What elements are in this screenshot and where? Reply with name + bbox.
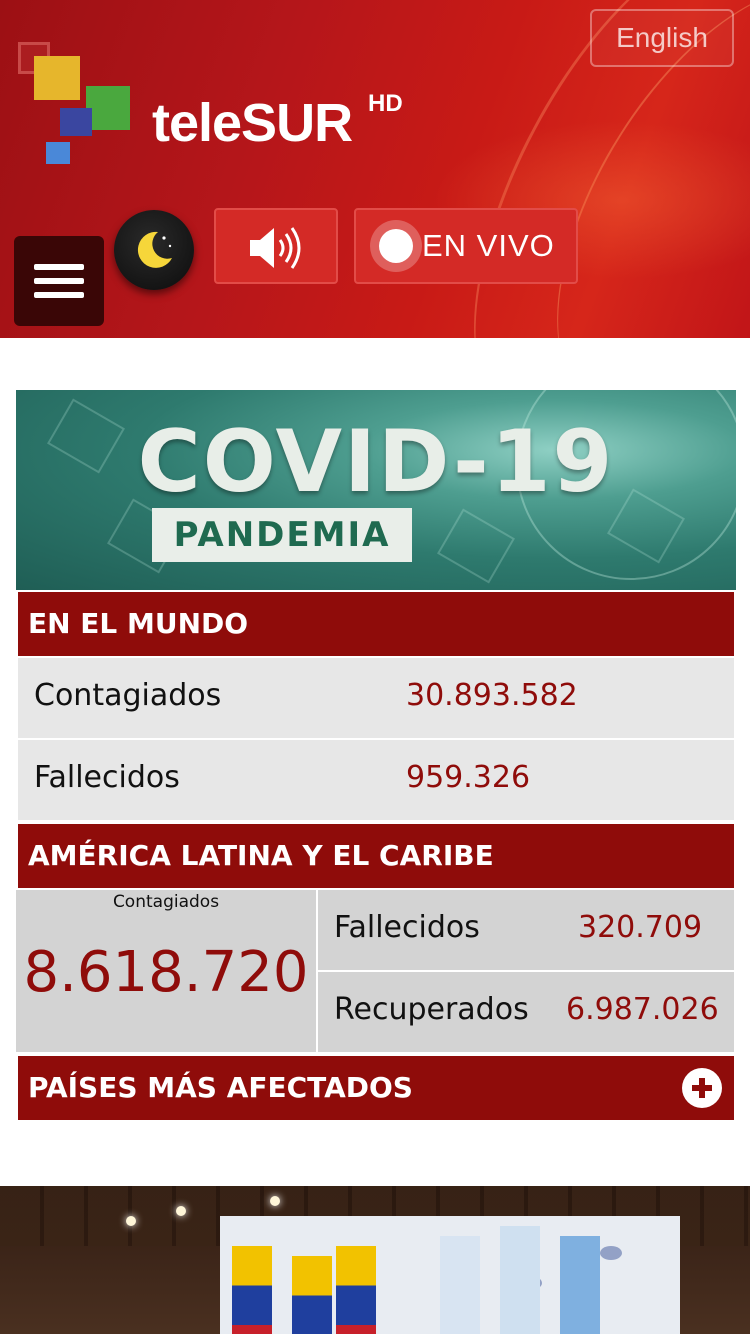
photo-flag — [336, 1246, 376, 1334]
photo-light — [176, 1206, 186, 1216]
logo-square — [60, 108, 92, 136]
world-deaths-row: Fallecidos 959.326 — [18, 740, 734, 820]
logo-square — [34, 56, 80, 100]
brand-suffix: HD — [368, 90, 403, 117]
stat-label: Recuperados — [334, 992, 529, 1027]
audio-button[interactable] — [214, 208, 338, 284]
latam-deaths-row: Fallecidos 320.709 — [318, 890, 734, 970]
stat-value: 6.987.026 — [566, 992, 719, 1027]
site-header: English teleSUR HD EN VIVO — [0, 0, 750, 338]
live-label: EN VIVO — [422, 228, 555, 263]
countries-section-header[interactable]: PAÍSES MÁS AFECTADOS — [18, 1056, 734, 1120]
brand-name: teleSUR — [152, 93, 353, 153]
live-dot-icon — [370, 220, 422, 272]
photo-light — [270, 1196, 280, 1206]
latam-section-header: AMÉRICA LATINA Y EL CARIBE — [18, 824, 734, 888]
menu-icon-bar — [34, 264, 84, 270]
hamburger-menu-button[interactable] — [14, 236, 104, 326]
photo-flag — [292, 1256, 332, 1334]
menu-icon-bar — [34, 278, 84, 284]
latam-infected-value: 8.618.720 — [23, 940, 309, 1005]
photo-light — [126, 1216, 136, 1226]
photo-flag — [440, 1236, 480, 1334]
night-mode-button[interactable] — [114, 210, 194, 290]
photo-flag — [560, 1236, 600, 1334]
logo-square — [46, 142, 70, 164]
stat-label: Fallecidos — [334, 910, 480, 945]
news-photo[interactable] — [0, 1186, 750, 1334]
photo-detail — [600, 1246, 622, 1260]
speaker-icon — [250, 227, 301, 269]
latam-infected-label: Contagiados — [112, 892, 220, 912]
stat-label: Fallecidos — [34, 760, 180, 795]
language-english-button[interactable]: English — [590, 9, 734, 67]
menu-icon-bar — [34, 292, 84, 298]
world-section-header: EN EL MUNDO — [18, 592, 734, 656]
latam-infected-box: Contagiados 8.618.720 — [16, 890, 316, 1052]
moon-icon — [137, 231, 172, 268]
stat-label: Contagiados — [34, 678, 222, 713]
covid-banner[interactable]: COVID-19 PANDEMIA — [16, 390, 736, 590]
photo-flag — [232, 1246, 272, 1334]
banner-title: COVID-19 — [137, 412, 615, 512]
stat-value: 320.709 — [578, 910, 703, 945]
hex-graphic — [437, 508, 515, 584]
stat-value: 30.893.582 — [406, 678, 578, 713]
expand-plus-icon[interactable] — [682, 1068, 722, 1108]
world-infected-row: Contagiados 30.893.582 — [18, 658, 734, 738]
telesur-logo[interactable]: teleSUR HD — [16, 40, 416, 170]
banner-subtitle: PANDEMIA — [152, 508, 412, 562]
stat-value: 959.326 — [406, 760, 531, 795]
logo-square — [86, 86, 130, 130]
live-button[interactable]: EN VIVO — [354, 208, 578, 284]
photo-flag — [500, 1226, 540, 1334]
latam-recovered-row: Recuperados 6.987.026 — [318, 972, 734, 1052]
